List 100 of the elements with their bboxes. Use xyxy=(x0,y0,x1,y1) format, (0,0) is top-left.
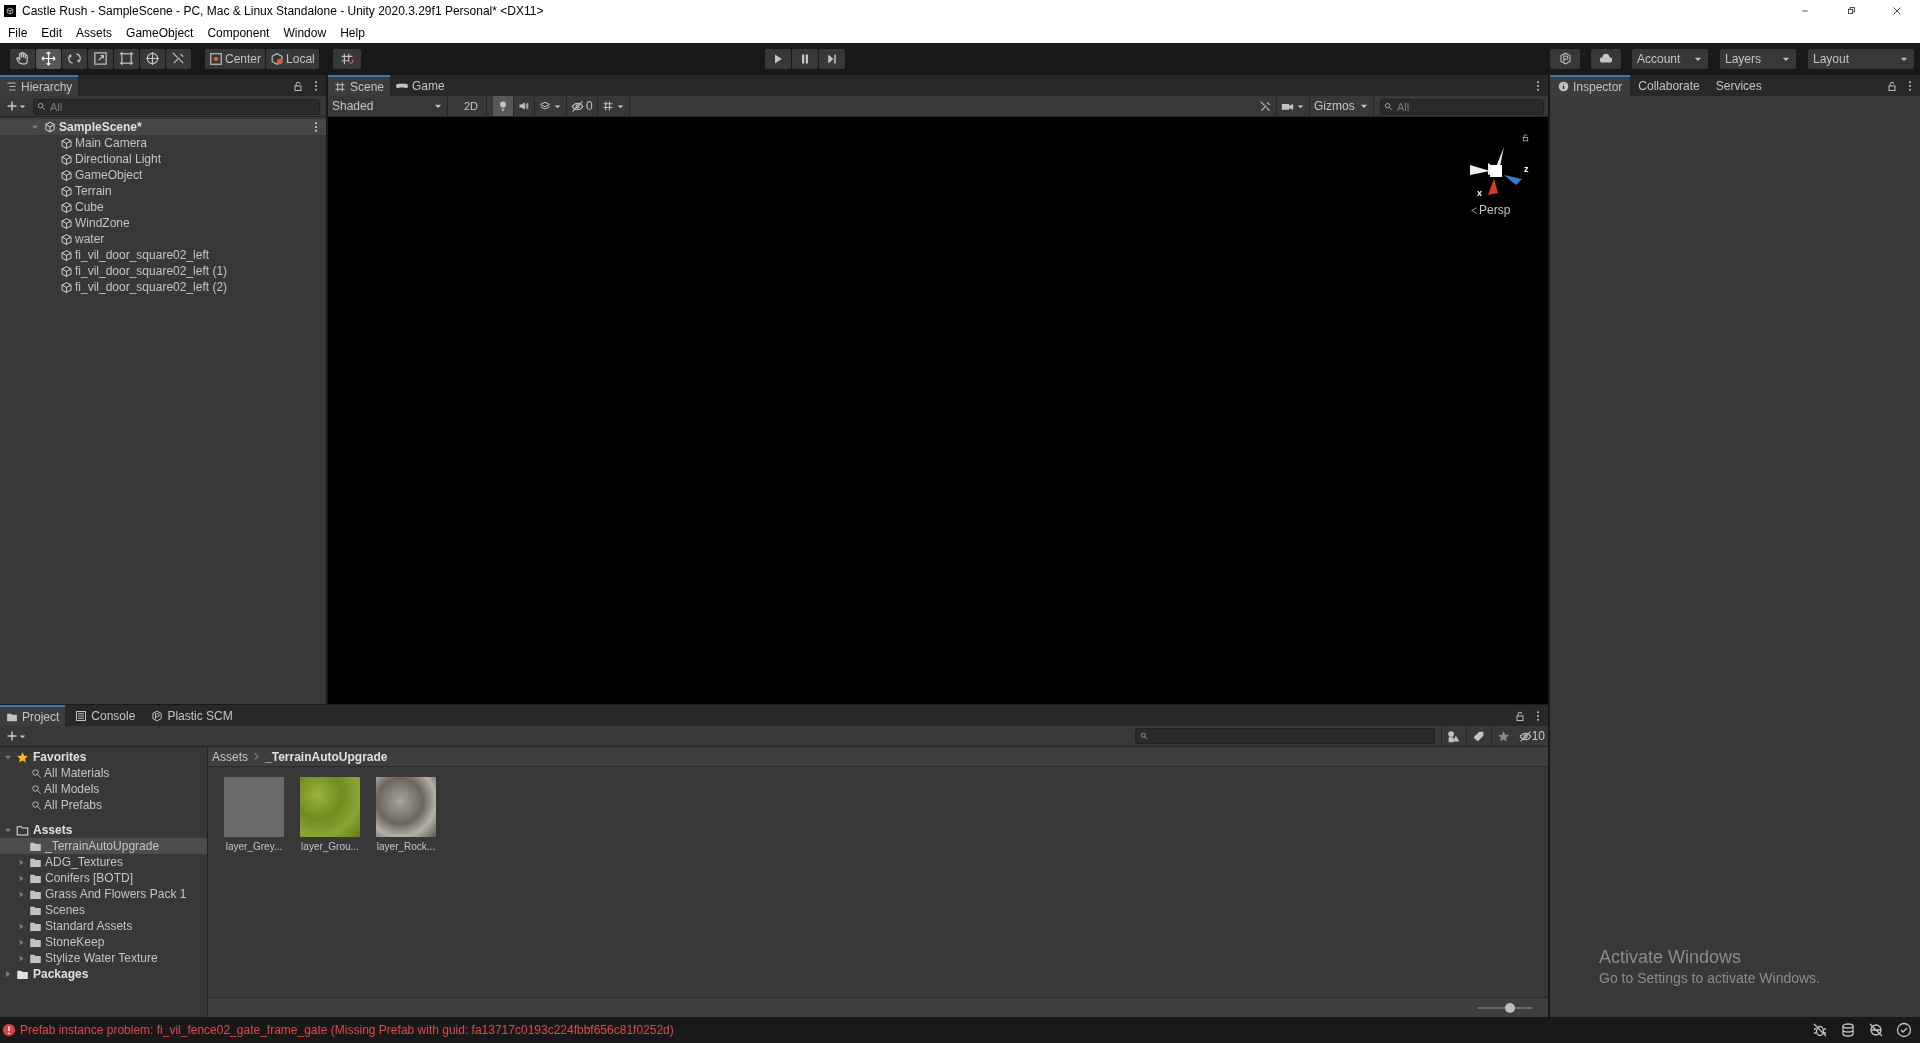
favorite-item[interactable]: All Materials xyxy=(0,765,207,781)
chevron-right-icon xyxy=(252,752,261,761)
panel-tab[interactable]: Project xyxy=(0,705,66,726)
tool-button[interactable] xyxy=(166,48,191,69)
tree-section[interactable]: Assets xyxy=(0,822,207,838)
eye-off-icon xyxy=(1518,729,1532,743)
bug-icon[interactable] xyxy=(1812,1022,1828,1038)
cube-icon xyxy=(60,280,73,294)
tree-section[interactable]: Packages xyxy=(0,966,207,982)
menu-item[interactable]: Assets xyxy=(69,23,120,42)
search-field[interactable] xyxy=(1134,728,1435,744)
tool-button[interactable] xyxy=(114,48,139,69)
texture-thumbnail[interactable] xyxy=(300,777,360,837)
tool-button[interactable] xyxy=(36,48,61,69)
pause-button[interactable] xyxy=(791,48,818,69)
check-circle-icon[interactable] xyxy=(1896,1022,1912,1038)
breadcrumb-link[interactable]: Assets xyxy=(212,747,248,766)
inspector-tab[interactable]: Inspector xyxy=(1550,75,1631,96)
activation-title: Activate Windows xyxy=(1599,946,1743,968)
list-icon xyxy=(6,81,17,92)
menu-item[interactable]: Component xyxy=(200,23,277,42)
search-field[interactable]: All xyxy=(33,99,320,116)
plus-icon xyxy=(6,730,18,742)
database-icon[interactable] xyxy=(1840,1022,1856,1038)
search-icon xyxy=(31,799,42,811)
view-tab[interactable]: Scene xyxy=(328,75,391,96)
window-title: Castle Rush - SampleScene - PC, Mac & Linux Standalone - Unity 2020.3.29f1 Personal* <DX11> xyxy=(22,3,544,20)
shapes-icon xyxy=(1447,729,1461,743)
panel-tab[interactable]: Console xyxy=(69,705,142,726)
add-button[interactable] xyxy=(6,100,27,112)
play-button[interactable] xyxy=(764,48,791,69)
add-button[interactable] xyxy=(6,730,27,742)
search-field[interactable]: All xyxy=(1380,99,1544,116)
menu-item[interactable]: Help xyxy=(333,23,372,42)
folder-item[interactable]: Standard Assets xyxy=(0,918,207,934)
folder-item[interactable]: Conifers [BOTD] xyxy=(0,870,207,886)
tool-button[interactable] xyxy=(10,48,35,69)
cloud-icon xyxy=(1599,51,1613,66)
inspector-tab[interactable]: Collaborate xyxy=(1630,75,1708,96)
menu-item[interactable]: Window xyxy=(276,23,334,42)
menu-item[interactable]: File xyxy=(1,23,35,42)
lock-icon[interactable] xyxy=(1521,133,1530,142)
breadcrumb-link[interactable]: _TerrainAutoUpgrade xyxy=(265,747,388,766)
dropdown-button[interactable]: Account xyxy=(1632,48,1708,69)
hierarchy-item[interactable]: water xyxy=(0,231,326,247)
slider-thumb[interactable] xyxy=(1505,1002,1516,1013)
folder-item[interactable]: Grass And Flowers Pack 1 xyxy=(0,886,207,902)
favorite-item[interactable]: All Prefabs xyxy=(0,797,207,813)
folder-item[interactable]: ADG_Textures xyxy=(0,854,207,870)
star-icon xyxy=(16,750,29,764)
hierarchy-item[interactable]: GameObject xyxy=(0,167,326,183)
cube-icon xyxy=(60,232,73,246)
panel-tab[interactable]: Plastic SCM xyxy=(145,705,239,726)
folder-item[interactable]: StoneKeep xyxy=(0,934,207,950)
pivot-button[interactable]: Local xyxy=(266,48,319,69)
favorite-item[interactable]: All Models xyxy=(0,781,207,797)
scene-row[interactable]: SampleScene* xyxy=(0,119,326,135)
hierarchy-tab[interactable]: Hierarchy xyxy=(0,75,79,96)
asset-label[interactable]: layer_Rock... xyxy=(376,839,436,854)
cube-icon xyxy=(60,264,73,278)
tool-button[interactable] xyxy=(140,48,165,69)
pivot-button[interactable]: Center xyxy=(205,48,266,69)
menu-item[interactable]: Edit xyxy=(34,23,70,42)
cube-icon xyxy=(60,216,73,230)
asset-label[interactable]: layer_Grey... xyxy=(225,839,283,854)
lighting-toggle[interactable] xyxy=(493,96,515,116)
hierarchy-item[interactable]: fi_vil_door_square02_left (1) xyxy=(0,263,326,279)
lock-icon[interactable] xyxy=(1514,709,1526,722)
hierarchy-item[interactable]: Directional Light xyxy=(0,151,326,167)
collab-button[interactable] xyxy=(1550,48,1580,69)
menu-item[interactable]: GameObject xyxy=(119,23,201,42)
snap-button[interactable] xyxy=(332,48,361,69)
folder-item[interactable]: Stylize Water Texture xyxy=(0,950,207,966)
view-tab[interactable]: Game xyxy=(390,75,451,96)
tools-icon xyxy=(1259,99,1272,113)
tool-button[interactable] xyxy=(62,48,87,69)
hierarchy-item[interactable]: Cube xyxy=(0,199,326,215)
step-button[interactable] xyxy=(818,48,845,69)
folder-item[interactable]: _TerrainAutoUpgrade xyxy=(0,838,207,854)
texture-thumbnail[interactable] xyxy=(376,777,436,837)
tree-section[interactable]: Favorites xyxy=(0,749,207,765)
cloud-button[interactable] xyxy=(1591,48,1621,69)
lock-icon[interactable] xyxy=(292,79,304,92)
hierarchy-item[interactable]: fi_vil_door_square02_left xyxy=(0,247,326,263)
lock-icon[interactable] xyxy=(1886,79,1898,92)
tool-button[interactable] xyxy=(88,48,113,69)
asset-label[interactable]: layer_Grou... xyxy=(301,839,359,854)
network-off-icon[interactable] xyxy=(1868,1022,1884,1038)
texture-thumbnail[interactable] xyxy=(224,777,284,837)
projection-label[interactable]: Persp xyxy=(1479,201,1511,219)
hierarchy-item[interactable]: fi_vil_door_square02_left (2) xyxy=(0,279,326,295)
inspector-tab[interactable]: Services xyxy=(1707,75,1770,96)
hierarchy-item[interactable]: WindZone xyxy=(0,215,326,231)
cube-icon xyxy=(270,51,285,66)
hierarchy-item[interactable]: Terrain xyxy=(0,183,326,199)
hierarchy-item[interactable]: Main Camera xyxy=(0,135,326,151)
dropdown-button[interactable]: Layers xyxy=(1720,48,1796,69)
error-message[interactable]: Prefab instance problem: fi_vil_fence02_gate_frame_gate (Missing Prefab with guid: fa13717c0193c224fbbf656c81f0252d) xyxy=(20,1021,674,1039)
dropdown-button[interactable]: Layout xyxy=(1808,48,1914,69)
folder-item[interactable]: Scenes xyxy=(0,902,207,918)
